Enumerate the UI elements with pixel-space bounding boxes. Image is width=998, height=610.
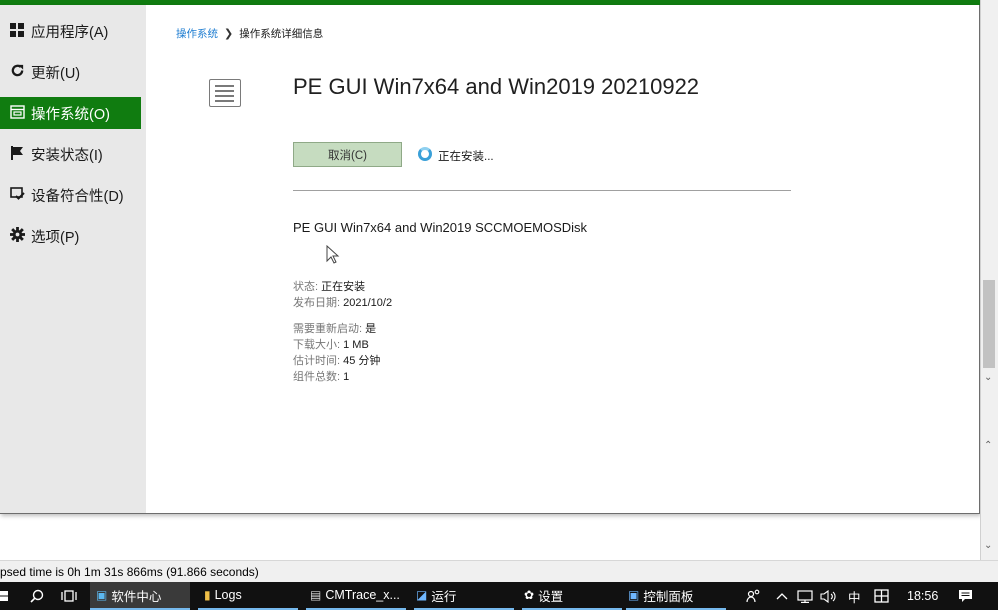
chevron-right-icon: ❯: [224, 28, 234, 40]
taskbar-item-logs[interactable]: ▮ Logs: [198, 582, 298, 610]
ime-mode-icon[interactable]: [874, 582, 889, 610]
chevron-down-icon[interactable]: ⌄: [984, 540, 992, 551]
people-icon[interactable]: [746, 582, 762, 610]
windows-logo-icon: [0, 591, 8, 601]
taskbar-item-settings[interactable]: ✿ 设置: [522, 582, 622, 610]
sidebar-item-updates[interactable]: 更新(U): [0, 56, 141, 88]
software-center-icon: ▣: [96, 588, 108, 602]
detail-status: 状态: 正在安装: [293, 281, 366, 293]
chevron-up-icon[interactable]: [776, 582, 788, 610]
sidebar-item-label: 安装状态(I): [31, 147, 103, 164]
search-button[interactable]: [26, 582, 48, 610]
control-panel-icon: ▣: [628, 588, 640, 602]
refresh-icon: [7, 63, 27, 81]
start-button[interactable]: [0, 582, 12, 610]
sidebar-item-label: 应用程序(A): [31, 24, 109, 41]
install-progress-text: 正在安装...: [438, 151, 494, 163]
sidebar-item-device-compliance[interactable]: 设备符合性(D): [0, 179, 141, 211]
flag-icon: [7, 145, 27, 163]
sidebar-item-options[interactable]: 选项(P): [0, 220, 141, 252]
volume-icon[interactable]: [820, 582, 838, 610]
task-view-button[interactable]: [58, 582, 80, 610]
sidebar-item-label: 选项(P): [31, 229, 80, 246]
taskbar-item-control-panel[interactable]: ▣ 控制面板: [626, 582, 726, 610]
cancel-button[interactable]: 取消(C): [293, 142, 402, 167]
detail-restart-required: 需要重新启动: 是: [293, 323, 377, 335]
page-title: PE GUI Win7x64 and Win2019 20210922: [293, 74, 700, 99]
sidebar-item-applications[interactable]: 应用程序(A): [0, 15, 141, 47]
divider: [293, 190, 791, 191]
taskbar-item-cmtrace[interactable]: ▤ CMTrace_x...: [306, 582, 406, 610]
ime-language-indicator[interactable]: 中: [848, 582, 861, 610]
mouse-cursor-icon: [326, 245, 340, 264]
settings-icon: ✿: [524, 588, 535, 602]
sidebar-item-label: 更新(U): [31, 65, 81, 82]
background-window-scrollbar[interactable]: ⌄ ⌃ ⌄: [980, 0, 998, 560]
clock[interactable]: 18:56: [907, 582, 938, 610]
device-compliance-icon: [7, 186, 27, 204]
sidebar-item-installation-status[interactable]: 安装状态(I): [0, 138, 141, 170]
sidebar-item-label: 设备符合性(D): [31, 188, 124, 205]
breadcrumb-current: 操作系统详细信息: [239, 28, 324, 40]
os-package-icon: [209, 79, 241, 107]
sidebar-item-operating-systems[interactable]: 操作系统(O): [0, 97, 141, 129]
breadcrumb: 操作系统 ❯ 操作系统详细信息: [176, 26, 323, 41]
search-icon: [30, 589, 44, 603]
network-icon[interactable]: [797, 582, 813, 610]
chevron-up-icon[interactable]: ⌃: [984, 440, 992, 451]
detail-estimated-time: 估计时间: 45 分钟: [293, 355, 381, 367]
task-view-icon: [61, 590, 77, 602]
software-center-window: 应用程序(A) 更新(U) 操作系统(O) 安装状态(I) 设备符合性(D) 选…: [0, 5, 980, 514]
taskbar: ▣ 软件中心 ▮ Logs ▤ CMTrace_x... ◪ 运行 ✿ 设置 ▣…: [0, 582, 998, 610]
gear-icon: [7, 227, 27, 245]
package-name: PE GUI Win7x64 and Win2019 SCCMOEMOSDisk: [293, 220, 588, 235]
notification-icon[interactable]: [958, 582, 973, 610]
detail-download-size: 下载大小: 1 MB: [293, 339, 369, 351]
taskbar-item-software-center[interactable]: ▣ 软件中心: [90, 582, 190, 610]
run-icon: ◪: [416, 588, 428, 602]
main-content: 操作系统 ❯ 操作系统详细信息 PE GUI Win7x64 and Win20…: [146, 5, 979, 513]
detail-component-count: 组件总数: 1: [293, 371, 350, 383]
folder-icon: ▮: [204, 588, 211, 602]
detail-release-date: 发布日期: 2021/10/2: [293, 297, 393, 309]
taskbar-item-run[interactable]: ◪ 运行: [414, 582, 514, 610]
sidebar: 应用程序(A) 更新(U) 操作系统(O) 安装状态(I) 设备符合性(D) 选…: [0, 5, 146, 513]
breadcrumb-link-os[interactable]: 操作系统: [176, 26, 218, 41]
progress-spinner-icon: [418, 147, 432, 161]
cmtrace-status-bar: psed time is 0h 1m 31s 866ms (91.866 sec…: [0, 560, 998, 582]
os-window-icon: [7, 104, 27, 122]
cmtrace-icon: ▤: [310, 588, 322, 602]
sidebar-item-label: 操作系统(O): [31, 106, 110, 123]
chevron-down-icon[interactable]: ⌄: [984, 372, 992, 383]
scrollbar-thumb[interactable]: [983, 280, 995, 368]
apps-grid-icon: [7, 22, 27, 40]
